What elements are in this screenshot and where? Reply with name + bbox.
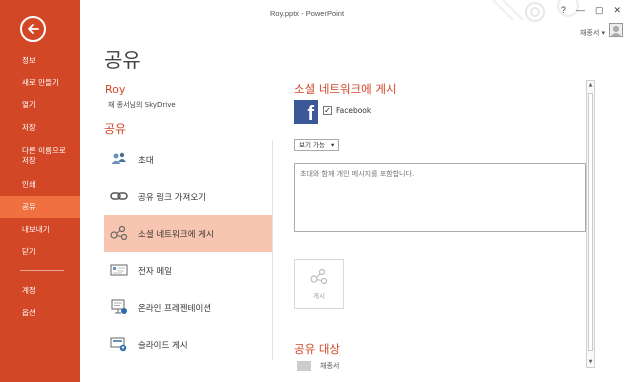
share-option-label: 소셜 네트워크에 게시 xyxy=(138,229,214,240)
vertical-scrollbar[interactable]: ▲ ▼ xyxy=(586,80,595,368)
scroll-down-button[interactable]: ▼ xyxy=(587,358,594,367)
help-button[interactable]: ? xyxy=(561,5,566,16)
share-option-online-presentation[interactable]: 온라인 프레젠테이션 xyxy=(104,289,272,326)
back-button[interactable] xyxy=(20,16,46,42)
social-network-heading: 소셜 네트워크에 게시 xyxy=(294,82,397,96)
facebook-label: Facebook xyxy=(336,106,372,115)
share-option-link[interactable]: 공유 링크 가져오기 xyxy=(104,178,272,215)
document-location: 채 종서님의 SkyDrive xyxy=(108,101,176,109)
window-controls: ? — ▢ ✕ xyxy=(561,5,621,16)
shared-with-heading: 공유 대상 xyxy=(294,342,340,356)
facebook-checkbox[interactable]: ✓ xyxy=(323,106,332,115)
message-placeholder: 초대와 함께 개인 메시지를 포함합니다. xyxy=(300,170,415,178)
window-title: Roy.pptx - PowerPoint xyxy=(270,9,345,18)
share-option-label: 공유 링크 가져오기 xyxy=(138,192,206,203)
nav-item-print[interactable]: 인쇄 xyxy=(0,174,80,196)
share-option-label: 초대 xyxy=(138,155,154,166)
recipient-name: 채종서 xyxy=(320,362,340,370)
account-name[interactable]: 채종서 ▾ xyxy=(580,28,605,38)
nav-item-options[interactable]: 옵션 xyxy=(0,302,80,324)
share-option-social[interactable]: 소셜 네트워크에 게시 xyxy=(104,215,272,252)
nav-item-open[interactable]: 열기 xyxy=(0,94,80,116)
back-arrow-icon xyxy=(28,24,39,34)
link-icon xyxy=(110,192,128,200)
nav-item-account[interactable]: 계정 xyxy=(0,280,80,302)
facebook-logo: f xyxy=(294,100,318,125)
nav-item-share[interactable]: 공유 xyxy=(0,196,80,218)
share-option-publish-slides[interactable]: 슬라이드 게시 xyxy=(104,326,272,363)
post-button[interactable]: 게시 xyxy=(294,259,344,309)
share-option-label: 온라인 프레젠테이션 xyxy=(138,303,212,314)
share-option-label: 전자 메일 xyxy=(138,266,172,277)
minimize-button[interactable]: — xyxy=(576,5,585,16)
scroll-up-button[interactable]: ▲ xyxy=(587,81,594,90)
restore-button[interactable]: ▢ xyxy=(595,5,604,16)
share-option-label: 슬라이드 게시 xyxy=(138,340,188,351)
publish-slides-icon xyxy=(110,337,127,352)
post-social-icon xyxy=(310,268,328,285)
recipient-avatar xyxy=(297,361,311,371)
backstage-sidebar: 정보 새로 만들기 열기 저장 다른 이름으로 저장 인쇄 공유 내보내기 닫기… xyxy=(0,0,80,382)
nav-item-save[interactable]: 저장 xyxy=(0,117,80,139)
chevron-down-icon: ▾ xyxy=(331,141,335,149)
nav-item-save-as[interactable]: 다른 이름으로 저장 xyxy=(0,145,80,169)
bottom-edge xyxy=(80,378,633,382)
nav-item-close[interactable]: 닫기 xyxy=(0,241,80,263)
close-button[interactable]: ✕ xyxy=(613,5,621,16)
invite-people-icon xyxy=(111,152,126,164)
user-avatar-icon[interactable] xyxy=(609,23,623,37)
page-title: 공유 xyxy=(104,48,141,72)
nav-item-new[interactable]: 새로 만들기 xyxy=(0,72,80,94)
visibility-value: 보기 가능 xyxy=(299,141,325,149)
nav-item-export[interactable]: 내보내기 xyxy=(0,219,80,241)
visibility-dropdown[interactable]: 보기 가능 ▾ xyxy=(294,139,340,151)
nav-separator xyxy=(20,270,64,271)
nav-item-info[interactable]: 정보 xyxy=(0,50,80,72)
share-option-email[interactable]: 전자 메일 xyxy=(104,252,272,289)
panel-divider xyxy=(272,140,273,360)
social-network-icon xyxy=(110,225,128,241)
share-option-invite[interactable]: 초대 xyxy=(104,141,272,178)
message-textarea[interactable]: 초대와 함께 개인 메시지를 포함합니다. xyxy=(294,163,586,232)
share-options-list: 초대 공유 링크 가져오기 소셜 네트워크에 게시 전자 메일 온라인 프레젠테… xyxy=(104,141,272,363)
share-heading: 공유 xyxy=(104,122,127,136)
post-button-label: 게시 xyxy=(313,292,325,300)
online-presentation-icon xyxy=(111,299,127,314)
scroll-thumb[interactable] xyxy=(588,93,593,351)
email-icon xyxy=(110,264,128,276)
document-name: Roy xyxy=(105,83,126,96)
